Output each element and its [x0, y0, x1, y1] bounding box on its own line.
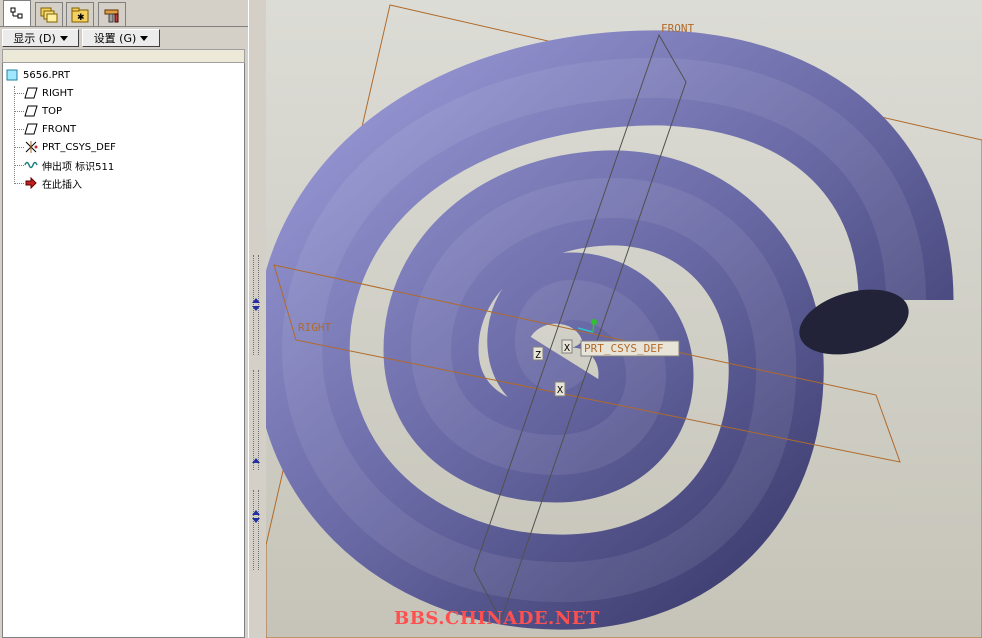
x-axis-label-2: X — [557, 385, 563, 396]
chevron-down-icon — [59, 35, 68, 41]
protrusion-icon — [24, 158, 38, 172]
insert-here-arrow-icon — [24, 176, 38, 190]
datum-plane-icon — [24, 122, 38, 136]
tree-toolbar: 显示 (D) 设置 (G) — [0, 26, 248, 48]
x-axis-label: X — [564, 343, 570, 354]
tree-connector — [14, 165, 24, 166]
spiral-protrusion[interactable] — [266, 30, 954, 630]
csys-label: PRT_CSYS_DEF — [584, 342, 663, 355]
tree-item-label: 在此插入 — [42, 179, 82, 191]
folder-browser-icon: ✱ — [71, 7, 89, 23]
tree-connector — [14, 86, 15, 184]
model-tree-panel: ✱ 显示 (D) 设置 (G) 5656.PRT RIGHT TOP FRONT… — [0, 0, 248, 638]
splitter-grip[interactable] — [253, 255, 259, 355]
chevron-up-icon[interactable] — [252, 510, 260, 515]
tree-item-label: RIGHT — [42, 87, 74, 99]
splitter-grip[interactable] — [253, 490, 259, 570]
tree-connector — [14, 183, 24, 184]
tree-item-csys[interactable]: PRT_CSYS_DEF — [24, 139, 116, 155]
model-tree: 5656.PRT RIGHT TOP FRONT PRT_CSYS_DEF 伸出… — [2, 63, 245, 638]
tab-tools[interactable] — [98, 2, 126, 26]
tab-folder-browser[interactable]: ✱ — [66, 2, 94, 26]
chevron-down-icon — [140, 35, 149, 41]
tree-item-right[interactable]: RIGHT — [24, 85, 73, 101]
datum-plane-icon — [24, 86, 38, 100]
display-dropdown-label: 显示 (D) — [13, 32, 56, 45]
graphics-viewport[interactable]: FRONT RIGHT X Z X PRT_CSYS_DEF BBS.CHINA… — [266, 0, 982, 638]
tree-item-top[interactable]: TOP — [24, 103, 62, 119]
tools-icon — [104, 9, 119, 22]
tree-item-label: 5656.PRT — [23, 69, 70, 81]
tree-connector — [14, 93, 24, 94]
coordinate-system-icon — [24, 140, 38, 154]
chevron-down-icon[interactable] — [252, 306, 260, 311]
tree-column-header — [2, 49, 245, 63]
navigator-tabs: ✱ — [0, 0, 248, 26]
tree-item-label: FRONT — [42, 123, 77, 135]
tree-connector — [14, 129, 24, 130]
settings-dropdown-label: 设置 (G) — [93, 32, 137, 45]
tab-layers[interactable] — [35, 2, 63, 26]
chevron-up-icon[interactable] — [252, 298, 260, 303]
tree-item-front[interactable]: FRONT — [24, 121, 76, 137]
settings-dropdown-button[interactable]: 设置 (G) — [82, 29, 160, 47]
display-dropdown-button[interactable]: 显示 (D) — [2, 29, 79, 47]
z-axis-label: Z — [535, 350, 541, 361]
tree-item-label: TOP — [42, 105, 63, 117]
model-view[interactable]: FRONT RIGHT X Z X PRT_CSYS_DEF — [266, 0, 982, 638]
tree-item-protrusion[interactable]: 伸出项 标识511 — [24, 157, 114, 173]
watermark: BBS.CHINADE.NET — [394, 608, 600, 629]
svg-text:✱: ✱ — [77, 13, 85, 23]
tree-item-label: 伸出项 标识511 — [42, 161, 115, 173]
tree-connector — [14, 147, 24, 148]
model-tree-icon — [10, 7, 23, 18]
front-datum-label: FRONT — [661, 22, 694, 35]
chevron-down-icon[interactable] — [252, 518, 260, 523]
layers-icon — [40, 7, 58, 22]
tree-connector — [14, 111, 24, 112]
datum-plane-icon — [24, 104, 38, 118]
tree-item-label: PRT_CSYS_DEF — [42, 141, 116, 153]
splitter-grip[interactable] — [253, 370, 259, 470]
right-datum-label: RIGHT — [298, 321, 331, 334]
panel-splitter[interactable] — [248, 0, 266, 638]
chevron-up-icon[interactable] — [252, 458, 260, 463]
tree-item-part[interactable]: 5656.PRT — [5, 67, 70, 83]
tab-model-tree[interactable] — [3, 0, 31, 26]
tree-item-insert-here[interactable]: 在此插入 — [24, 175, 82, 191]
part-icon — [5, 68, 19, 82]
